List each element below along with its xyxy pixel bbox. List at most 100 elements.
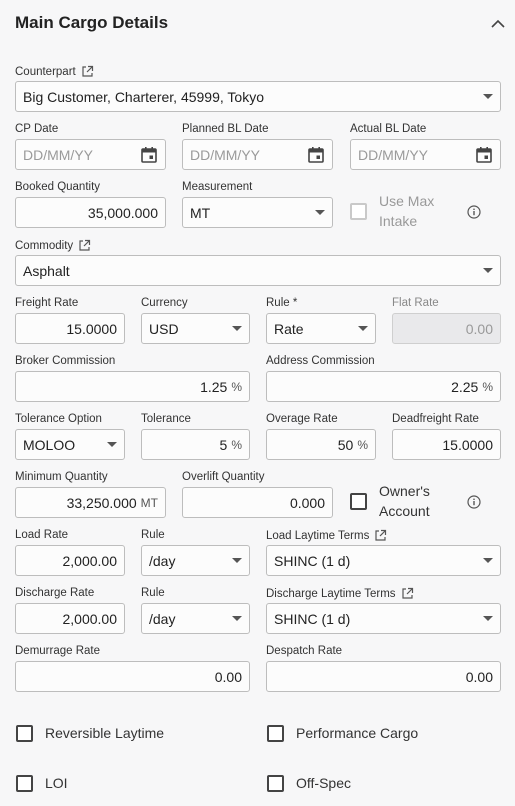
commodity-label-text: Commodity	[15, 239, 74, 252]
tolerance-option-label: Tolerance Option	[15, 413, 102, 425]
despatch-rate-label: Despatch Rate	[266, 645, 343, 657]
load-laytime-terms-select[interactable]: SHINC (1 d)	[266, 545, 501, 576]
freight-rate-label: Freight Rate	[15, 297, 79, 309]
measurement-select[interactable]: MT	[182, 197, 333, 228]
external-link-icon[interactable]	[374, 529, 387, 542]
commodity-select[interactable]: Asphalt	[15, 255, 501, 286]
reversible-laytime-label: Reversible Laytime	[45, 725, 165, 741]
calendar-icon[interactable]	[140, 146, 158, 164]
currency-value: USD	[149, 320, 179, 337]
load-laytime-terms-value: SHINC (1 d)	[274, 552, 351, 569]
load-rule-select[interactable]: /day	[141, 545, 250, 576]
rule-label: Rule *	[266, 297, 298, 309]
flat-rate-label: Flat Rate	[392, 297, 439, 309]
use-max-intake-checkbox[interactable]	[350, 203, 367, 220]
owners-account-label-line2: Account	[379, 503, 430, 519]
deadfreight-rate-input[interactable]: 15.0000	[392, 429, 501, 460]
rule-select[interactable]: Rate	[266, 313, 376, 344]
counterpart-label: Counterpart	[15, 65, 94, 78]
overlift-quantity-input[interactable]: 0.000	[182, 487, 333, 518]
overlift-quantity-label: Overlift Quantity	[182, 471, 265, 483]
discharge-rate-input[interactable]: 2,000.00	[15, 603, 125, 634]
dropdown-caret-icon	[107, 442, 117, 447]
actual-bl-date-input[interactable]: DD/MM/YY	[350, 139, 501, 170]
discharge-laytime-terms-label-text: Discharge Laytime Terms	[266, 587, 396, 600]
demurrage-rate-value: 0.00	[214, 668, 242, 685]
commodity-value: Asphalt	[23, 262, 70, 279]
owners-account-checkbox[interactable]	[350, 493, 367, 510]
discharge-laytime-terms-label: Discharge Laytime Terms	[266, 587, 414, 600]
percent-unit: %	[482, 379, 493, 394]
despatch-rate-input[interactable]: 0.00	[266, 661, 501, 692]
planned-bl-date-label: Planned BL Date	[182, 123, 269, 135]
off-spec-checkbox[interactable]	[267, 775, 284, 792]
tolerance-label: Tolerance	[141, 413, 191, 425]
tolerance-input[interactable]: 5 %	[141, 429, 250, 460]
currency-select[interactable]: USD	[141, 313, 250, 344]
address-commission-label: Address Commission	[266, 355, 375, 367]
external-link-icon[interactable]	[401, 587, 414, 600]
info-icon[interactable]	[467, 205, 481, 219]
percent-unit: %	[231, 437, 242, 452]
counterpart-select[interactable]: Big Customer, Charterer, 45999, Tokyo	[15, 81, 501, 112]
broker-commission-input[interactable]: 1.25 %	[15, 371, 250, 402]
tolerance-option-select[interactable]: MOLOO	[15, 429, 125, 460]
flat-rate-value: 0.00	[465, 320, 493, 337]
minimum-quantity-input[interactable]: 33,250.000 MT	[15, 487, 166, 518]
deadfreight-rate-value: 15.0000	[442, 436, 493, 453]
dropdown-caret-icon	[358, 326, 368, 331]
loi-checkbox[interactable]	[16, 775, 33, 792]
booked-quantity-label: Booked Quantity	[15, 181, 101, 193]
planned-bl-date-input[interactable]: DD/MM/YY	[182, 139, 333, 170]
cp-date-label: CP Date	[15, 123, 59, 135]
discharge-rate-value: 2,000.00	[62, 610, 118, 627]
load-rate-value: 2,000.00	[62, 552, 118, 569]
rule-value: Rate	[274, 320, 304, 337]
counterpart-value: Big Customer, Charterer, 45999, Tokyo	[23, 88, 264, 105]
dropdown-caret-icon	[483, 616, 493, 621]
load-rate-input[interactable]: 2,000.00	[15, 545, 125, 576]
address-commission-input[interactable]: 2.25 %	[266, 371, 501, 402]
dropdown-caret-icon	[232, 326, 242, 331]
dropdown-caret-icon	[483, 558, 493, 563]
discharge-laytime-terms-select[interactable]: SHINC (1 d)	[266, 603, 501, 634]
measurement-value: MT	[190, 204, 211, 221]
owners-account-label-line1: Owner's	[379, 483, 430, 499]
tolerance-option-value: MOLOO	[23, 436, 76, 453]
overage-rate-input[interactable]: 50 %	[266, 429, 376, 460]
calendar-icon[interactable]	[475, 146, 493, 164]
freight-rate-input[interactable]: 15.0000	[15, 313, 125, 344]
booked-quantity-value: 35,000.000	[87, 204, 158, 221]
external-link-icon[interactable]	[78, 239, 91, 252]
minimum-quantity-label: Minimum Quantity	[15, 471, 108, 483]
deadfreight-rate-label: Deadfreight Rate	[392, 413, 479, 425]
overlift-quantity-value: 0.000	[289, 494, 325, 511]
booked-quantity-input[interactable]: 35,000.000	[15, 197, 166, 228]
mt-unit: MT	[140, 495, 158, 510]
percent-unit: %	[231, 379, 242, 394]
minimum-quantity-value: 33,250.000	[66, 494, 137, 511]
calendar-icon[interactable]	[307, 146, 325, 164]
collapse-chevron-up-icon[interactable]	[488, 14, 508, 34]
external-link-icon[interactable]	[81, 65, 94, 78]
off-spec-label: Off-Spec	[296, 775, 351, 791]
dropdown-caret-icon	[483, 268, 493, 273]
discharge-rule-label: Rule	[141, 587, 165, 599]
commodity-label: Commodity	[15, 239, 91, 252]
load-rate-label: Load Rate	[15, 529, 69, 541]
measurement-label: Measurement	[182, 181, 253, 193]
broker-commission-value: 1.25	[200, 378, 228, 395]
cp-date-input[interactable]: DD/MM/YY	[15, 139, 166, 170]
use-max-intake-label-line1: Use Max	[379, 193, 435, 209]
reversible-laytime-checkbox[interactable]	[16, 725, 33, 742]
use-max-intake-label: Use Max Intake	[379, 191, 434, 231]
discharge-rule-select[interactable]: /day	[141, 603, 250, 634]
loi-label: LOI	[45, 775, 68, 791]
planned-bl-date-placeholder: DD/MM/YY	[190, 146, 260, 163]
info-icon[interactable]	[467, 495, 481, 509]
performance-cargo-checkbox[interactable]	[267, 725, 284, 742]
overage-rate-label: Overage Rate	[266, 413, 338, 425]
demurrage-rate-input[interactable]: 0.00	[15, 661, 250, 692]
load-rule-label: Rule	[141, 529, 165, 541]
discharge-rate-label: Discharge Rate	[15, 587, 95, 599]
